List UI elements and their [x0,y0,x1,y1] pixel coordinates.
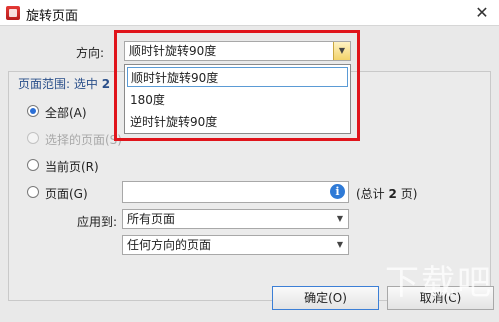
radio-pages-label: 页面(G) [45,187,88,201]
watermark-logo: 下载吧 [385,263,493,303]
direction-selected-value: 顺时针旋转90度 [129,44,217,58]
apply-to-value: 所有页面 [127,212,176,226]
orientation-select[interactable]: 任何方向的页面 ▼ [122,235,349,255]
direction-label: 方向: [76,46,105,60]
dropdown-option-180[interactable]: 180度 [127,90,348,110]
close-icon[interactable]: ✕ [471,3,493,22]
dropdown-option-ccw90[interactable]: 逆时针旋转90度 [127,112,348,132]
direction-select[interactable]: 顺时针旋转90度 ▼ [124,41,351,61]
page-range-legend: 页面范围: 选中 2 [18,75,111,92]
pages-input[interactable] [122,181,349,203]
radio-all-label: 全部(A) [45,106,87,120]
app-icon [6,6,20,20]
apply-to-label: 应用到: [77,215,118,229]
dropdown-option-cw90[interactable]: 顺时针旋转90度 [127,67,348,87]
radio-pages[interactable] [27,186,39,198]
radio-selected-pages[interactable] [27,132,39,144]
chevron-down-icon[interactable]: ▼ [332,236,348,254]
page-range-selected-count: 2 [101,77,111,91]
apply-to-select[interactable]: 所有页面 ▼ [122,209,349,229]
page-range-legend-prefix: 页面范围: 选中 [18,77,98,91]
window-title: 旋转页面 [26,9,79,24]
title-bar: 旋转页面 ✕ [0,0,499,26]
chevron-down-icon[interactable]: ▼ [332,210,348,228]
chevron-down-icon[interactable]: ▼ [333,42,350,60]
total-prefix: (总计 [356,187,385,201]
radio-current-page[interactable] [27,159,39,171]
total-pages-text: (总计 2 页) [356,185,417,202]
radio-current-page-label: 当前页(R) [45,160,99,174]
radio-selected-pages-label: 选择的页面(S) [45,133,122,147]
ok-button[interactable]: 确定(O) [272,286,379,310]
radio-all[interactable] [27,105,39,117]
orientation-value: 任何方向的页面 [127,238,212,252]
total-count: 2 [388,187,397,201]
total-suffix: 页) [400,187,418,201]
info-icon[interactable]: i [330,184,345,199]
direction-dropdown-list: 顺时针旋转90度 180度 逆时针旋转90度 [124,64,351,134]
